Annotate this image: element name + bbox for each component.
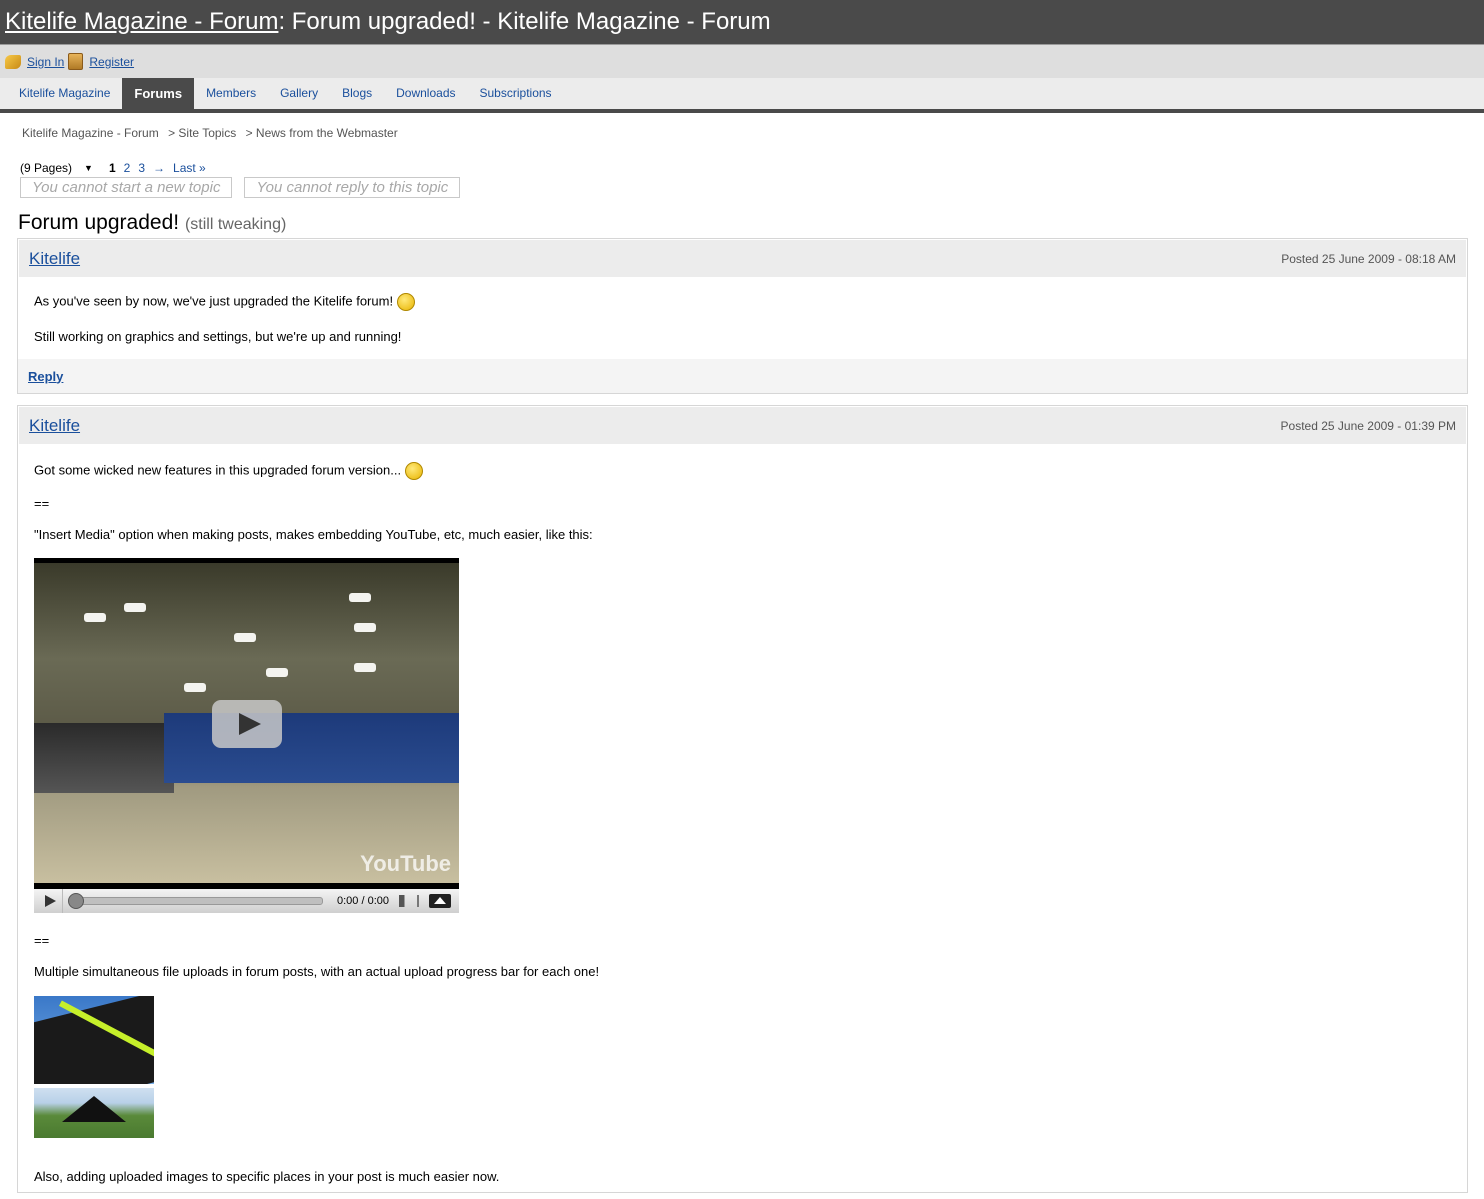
topic-title: Forum upgraded! (still tweaking) — [0, 208, 1484, 238]
post-body: As you've seen by now, we've just upgrad… — [18, 278, 1467, 359]
play-icon[interactable] — [34, 889, 63, 913]
post-date: Posted 25 June 2009 - 01:39 PM — [1280, 418, 1456, 433]
clipboard-icon — [68, 53, 84, 70]
post-body: Got some wicked new features in this upg… — [18, 445, 1467, 1192]
play-overlay-icon[interactable] — [212, 700, 282, 748]
page-count[interactable]: (9 Pages) — [20, 161, 72, 175]
volume-icon[interactable] — [399, 895, 419, 907]
youtube-logo: YouTube — [360, 851, 451, 876]
reply-topic-button: You cannot reply to this topic — [244, 177, 461, 198]
post-footer: Reply — [18, 359, 1467, 393]
post-text: As you've seen by now, we've just upgrad… — [34, 293, 1451, 311]
post-text: "Insert Media" option when making posts,… — [34, 527, 593, 542]
separator-text: == — [34, 496, 50, 511]
key-icon — [5, 54, 21, 69]
title-text: : Forum upgraded! - Kitelife Magazine - … — [278, 8, 771, 35]
post-header: Kitelife Posted 25 June 2009 - 01:39 PM — [19, 407, 1466, 444]
post-text: Still working on graphics and settings, … — [34, 329, 402, 344]
post-line: Got some wicked new features in this upg… — [34, 462, 402, 478]
topic-title-text: Forum upgraded! — [18, 211, 180, 234]
next-page-link[interactable]: → — [153, 161, 165, 175]
reply-button[interactable]: Reply — [28, 369, 63, 384]
window-title: Kitelife Magazine - Forum: Forum upgrade… — [0, 0, 1484, 44]
breadcrumb: Kitelife Magazine - Forum > Site Topics … — [0, 113, 1484, 150]
post-text: Also, adding uploaded images to specific… — [34, 1169, 500, 1184]
separator-text: == — [34, 933, 50, 948]
breadcrumb-site-topics[interactable]: > Site Topics — [168, 126, 236, 140]
kite-photo[interactable] — [34, 996, 154, 1138]
tab-gallery[interactable]: Gallery — [268, 78, 330, 109]
topic-subtitle: (still tweaking) — [184, 216, 287, 233]
wink-smiley-icon — [405, 462, 424, 480]
tab-members[interactable]: Members — [194, 78, 268, 109]
post: Kitelife Posted 25 June 2009 - 01:39 PM … — [17, 405, 1468, 1193]
current-page: 1 — [108, 161, 116, 175]
post: Kitelife Posted 25 June 2009 - 08:18 AM … — [17, 238, 1468, 394]
grin-smiley-icon — [397, 293, 416, 311]
breadcrumb-forum[interactable]: Kitelife Magazine - Forum — [22, 126, 159, 140]
forum-home-link[interactable]: Kitelife Magazine - Forum — [5, 8, 278, 35]
video-frame[interactable]: YouTube — [34, 563, 459, 883]
post-author-link[interactable]: Kitelife — [29, 249, 80, 269]
expand-icon[interactable] — [429, 894, 451, 908]
tab-subscriptions[interactable]: Subscriptions — [468, 78, 564, 109]
video-time: 0:00 / 0:00 — [337, 895, 389, 907]
post-text: Multiple simultaneous file uploads in fo… — [34, 964, 600, 979]
embedded-video[interactable]: YouTube 0:00 / 0:00 — [34, 558, 459, 913]
page-2-link[interactable]: 2 — [124, 161, 131, 175]
page-3-link[interactable]: 3 — [138, 161, 145, 175]
post-header: Kitelife Posted 25 June 2009 - 08:18 AM — [19, 240, 1466, 277]
tab-forums[interactable]: Forums — [122, 78, 195, 109]
tab-kitelife-magazine[interactable]: Kitelife Magazine — [7, 78, 122, 109]
seek-bar[interactable] — [68, 893, 323, 909]
new-topic-button: You cannot start a new topic — [20, 177, 233, 198]
video-controls: 0:00 / 0:00 — [34, 889, 459, 913]
topic-buttons: You cannot start a new topic You cannot … — [0, 177, 1484, 198]
post-author-link[interactable]: Kitelife — [29, 416, 80, 436]
seek-knob[interactable] — [68, 893, 84, 909]
user-bar: Sign In Register — [0, 44, 1484, 78]
register-link[interactable]: Register — [89, 55, 134, 69]
main-nav: Kitelife Magazine Forums Members Gallery… — [0, 78, 1484, 113]
post-date: Posted 25 June 2009 - 08:18 AM — [1281, 251, 1456, 266]
sign-in-link[interactable]: Sign In — [27, 55, 64, 69]
post-line: As you've seen by now, we've just upgrad… — [34, 293, 394, 309]
post-text: Got some wicked new features in this upg… — [34, 462, 1451, 480]
tab-blogs[interactable]: Blogs — [330, 78, 384, 109]
last-page-link[interactable]: Last » — [173, 161, 206, 175]
breadcrumb-news[interactable]: > News from the Webmaster — [246, 126, 398, 140]
pagination: (9 Pages) ▼ 1 2 3 → Last » — [0, 160, 1484, 176]
tab-downloads[interactable]: Downloads — [384, 78, 467, 109]
chevron-down-icon[interactable]: ▼ — [84, 163, 93, 173]
